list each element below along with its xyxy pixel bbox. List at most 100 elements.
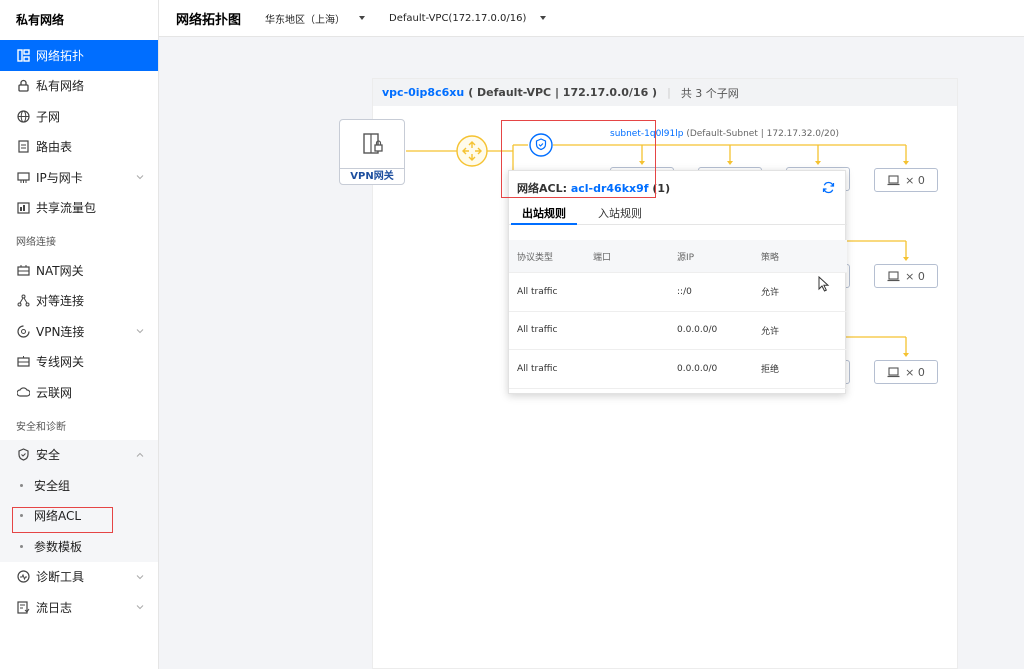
ccn-icon [16, 385, 30, 399]
sidebar-item-vpn[interactable]: VPN连接 [0, 316, 158, 347]
sidebar-item-label: VPN连接 [36, 324, 85, 339]
direct-connect-icon [16, 355, 30, 369]
vpn-gateway-label: VPN网关 [340, 168, 404, 184]
acl-popover: 网络ACL: acl-dr46kx9f (1) 出站规则 入站规则 协议类型 端… [508, 170, 847, 394]
sidebar-item-peering[interactable]: 对等连接 [0, 286, 158, 317]
laptop-icon [887, 174, 900, 185]
cvm-count: × 0 [905, 365, 925, 379]
sidebar-item-security[interactable]: 安全 [0, 440, 158, 471]
acl-rules-table: 协议类型 端口 源IP 策略 All traffic ::/0 允许 All t… [509, 240, 847, 389]
cell-policy: 允许 [761, 326, 780, 337]
cell-protocol: All traffic [517, 363, 558, 374]
cell-source-ip: 0.0.0.0/0 [677, 325, 718, 336]
laptop-icon [887, 366, 900, 377]
cvm-count: × 0 [905, 269, 925, 283]
top-header: 网络拓扑图 华东地区（上海） Default-VPC(172.17.0.0/16… [159, 0, 1024, 37]
sidebar-item-direct-connect[interactable]: 专线网关 [0, 347, 158, 378]
region-select[interactable]: 华东地区（上海） [265, 11, 366, 26]
bullet-icon [20, 483, 23, 487]
route-table-icon [16, 140, 30, 154]
sidebar-item-route-table[interactable]: 路由表 [0, 132, 158, 163]
sidebar-item-subnet[interactable]: 子网 [0, 101, 158, 132]
globe-icon [16, 109, 30, 123]
shield-icon [16, 448, 30, 462]
sidebar-item-label: 专线网关 [36, 355, 85, 370]
traffic-package-icon [16, 201, 30, 215]
router-icon[interactable] [456, 135, 488, 167]
refresh-icon[interactable] [822, 181, 835, 194]
flow-log-icon [16, 600, 30, 614]
laptop-icon [887, 270, 900, 281]
sidebar-item-label: 对等连接 [36, 294, 85, 309]
highlight-box [12, 507, 113, 533]
cell-protocol: All traffic [517, 325, 558, 336]
cell-protocol: All traffic [517, 286, 558, 297]
chevron-up-icon [136, 452, 144, 457]
cell-source-ip: ::/0 [677, 286, 692, 297]
nat-gateway-icon [16, 263, 30, 277]
sidebar-item-label: 子网 [36, 109, 61, 124]
table-row: All traffic 0.0.0.0/0 允许 [509, 312, 847, 350]
sidebar-item-label: IP与网卡 [36, 170, 83, 185]
sidebar-item-topology[interactable]: 网络拓扑 [0, 40, 158, 71]
sidebar-item-flow-log[interactable]: 流日志 [0, 592, 158, 623]
vpc-id-link[interactable]: vpc-0ip8c6xu [382, 86, 464, 99]
vpc-header: vpc-0ip8c6xu ( Default-VPC | 172.17.0.0/… [373, 79, 957, 106]
diagnose-icon [16, 570, 30, 584]
bullet-icon [20, 544, 23, 548]
vpc-info: ( Default-VPC | 172.17.0.0/16 ) [468, 86, 658, 99]
lock-icon [16, 79, 30, 93]
sidebar: 私有网络 网络拓扑 私有网络 子网 路由表 IP与网卡 共享流量包 网络连接 N… [0, 0, 159, 669]
sidebar-item-ip-nic[interactable]: IP与网卡 [0, 162, 158, 193]
sidebar-item-label: NAT网关 [36, 263, 84, 278]
sidebar-subitem-security-group[interactable]: 安全组 [0, 470, 158, 501]
vpn-icon [16, 324, 30, 338]
vpc-select[interactable]: Default-VPC(172.17.0.0/16) [389, 13, 547, 24]
cvm-count-box[interactable]: × 0 [874, 360, 938, 384]
sidebar-group-security: 安全 安全组 网络ACL 参数模板 [0, 439, 158, 562]
table-row: All traffic ::/0 允许 [509, 273, 847, 312]
table-row: All traffic 0.0.0.0/0 拒绝 [509, 350, 847, 389]
sidebar-item-label: 共享流量包 [36, 201, 97, 216]
sidebar-item-label: 路由表 [36, 140, 73, 155]
subnet-count: 共 3 个子网 [680, 86, 739, 100]
chevron-down-icon [136, 175, 144, 180]
sidebar-item-traffic-package[interactable]: 共享流量包 [0, 193, 158, 224]
network-card-icon [16, 170, 30, 184]
cell-policy: 拒绝 [761, 365, 780, 376]
cvm-count-box[interactable]: × 0 [874, 168, 938, 192]
tab-outbound[interactable]: 出站规则 [522, 205, 566, 221]
sidebar-item-ccn[interactable]: 云联网 [0, 377, 158, 408]
caret-down-icon [540, 16, 547, 20]
sidebar-section-connect: 网络连接 [16, 237, 56, 248]
column-header: 协议类型 [517, 252, 554, 263]
cell-source-ip: 0.0.0.0/0 [677, 363, 718, 374]
cvm-count: × 0 [905, 173, 925, 187]
column-header: 策略 [761, 252, 780, 263]
caret-down-icon [359, 16, 366, 20]
table-header-row: 协议类型 端口 源IP 策略 [509, 240, 847, 273]
sidebar-item-vpc[interactable]: 私有网络 [0, 71, 158, 102]
sidebar-item-label: 流日志 [36, 600, 73, 615]
subnet-info: (Default-Subnet | 172.17.32.0/20) [683, 129, 840, 139]
door-lock-icon [363, 133, 383, 154]
cell-policy: 允许 [761, 288, 780, 299]
cvm-count-box[interactable]: × 0 [874, 264, 938, 288]
column-header: 源IP [677, 252, 695, 263]
tab-inbound[interactable]: 入站规则 [598, 205, 642, 221]
chevron-down-icon [136, 605, 144, 610]
vpn-gateway-node[interactable]: VPN网关 [339, 119, 405, 185]
sidebar-item-label: 私有网络 [36, 79, 85, 94]
sidebar-item-nat[interactable]: NAT网关 [0, 255, 158, 286]
chevron-down-icon [136, 574, 144, 579]
mouse-cursor-icon [818, 276, 830, 292]
divider: | [667, 86, 671, 99]
sidebar-subitem-param-template[interactable]: 参数模板 [0, 531, 158, 562]
sidebar-item-diagnose[interactable]: 诊断工具 [0, 562, 158, 593]
sidebar-title: 私有网络 [16, 13, 65, 27]
highlight-box [501, 120, 656, 198]
sidebar-item-label: 安全 [36, 448, 61, 463]
topology-icon [16, 48, 30, 62]
region-value: 华东地区（上海） [265, 14, 346, 26]
sidebar-item-label: 网络拓扑 [36, 48, 85, 63]
